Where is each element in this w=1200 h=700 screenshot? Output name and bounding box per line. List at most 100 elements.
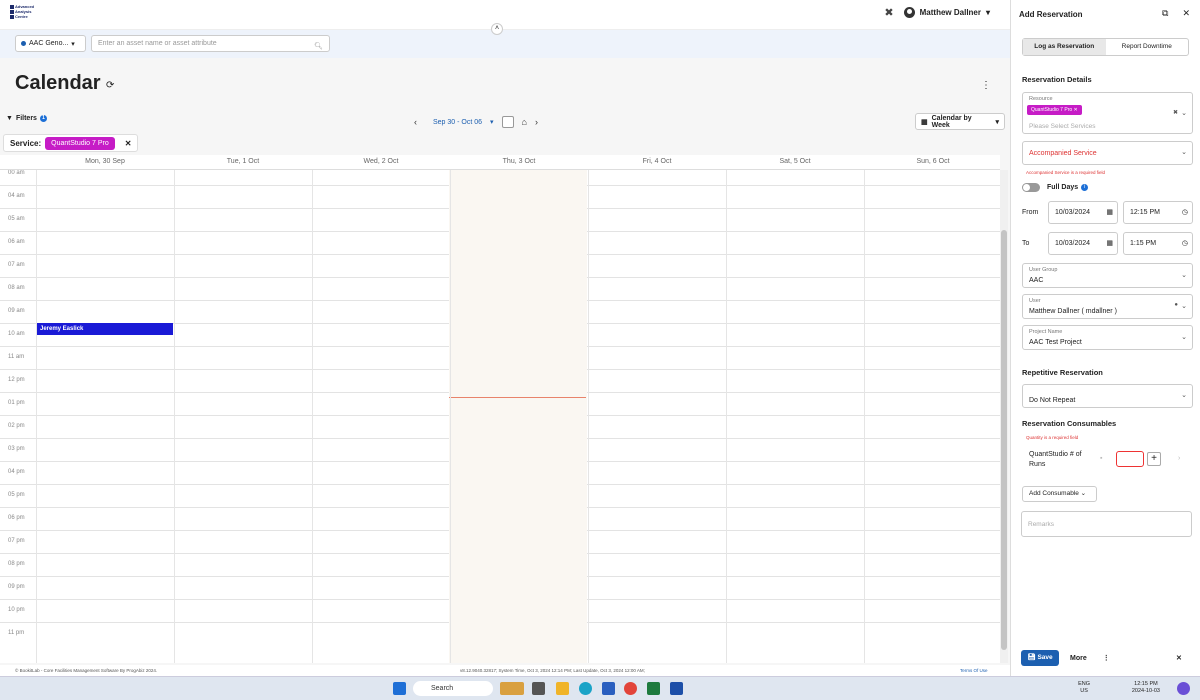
user-group-label: User Group: [1029, 267, 1058, 273]
taskbar-search[interactable]: Search: [413, 681, 493, 696]
calendar-icon: ▦: [1106, 209, 1113, 216]
refresh-icon[interactable]: ⟳: [106, 80, 114, 91]
day-header[interactable]: Wed, 2 Oct: [312, 158, 450, 165]
resource-field[interactable]: Resource QuantStudio 7 Pro ✕ Please Sele…: [1022, 92, 1193, 134]
remarks-input[interactable]: Remarks: [1021, 511, 1192, 537]
user-menu[interactable]: Matthew Dallner ▾: [903, 7, 990, 18]
view-label: Calendar by Week: [931, 114, 972, 129]
resource-chip: QuantStudio 7 Pro ✕: [1027, 105, 1082, 115]
day-header[interactable]: Sun, 6 Oct: [864, 158, 1000, 165]
language-indicator[interactable]: ENG US: [1078, 681, 1090, 695]
day-header[interactable]: Tue, 1 Oct: [174, 158, 312, 165]
next-week-icon[interactable]: ›: [535, 117, 538, 127]
to-time-input[interactable]: 1:15 PM ◷: [1123, 232, 1193, 255]
services-placeholder: Please Select Services: [1029, 123, 1096, 130]
chevron-right-icon[interactable]: ›: [1178, 455, 1180, 462]
more-options-icon[interactable]: ⋮: [981, 80, 991, 91]
chevron-down-icon: ⌄: [1181, 392, 1187, 399]
info-icon[interactable]: ●: [1174, 302, 1178, 308]
collapse-header-button[interactable]: ˄: [491, 23, 503, 35]
day-header[interactable]: Fri, 4 Oct: [588, 158, 726, 165]
add-consumable-button[interactable]: Add Consumable ⌄: [1022, 486, 1097, 502]
hour-label: 09 pm: [8, 584, 25, 590]
details-heading: Reservation Details: [1022, 75, 1092, 84]
copilot-icon[interactable]: [1177, 682, 1190, 695]
day-divider: [312, 170, 313, 663]
tools-icon[interactable]: ✖: [884, 6, 893, 19]
clock[interactable]: 12:15 PM 2024-10-03: [1132, 681, 1160, 695]
close-icon[interactable]: ✕: [125, 139, 132, 148]
panel-actions: ⧉ ✕: [1162, 8, 1190, 19]
day-header[interactable]: Mon, 30 Sep: [36, 158, 174, 165]
edge-icon[interactable]: [579, 682, 592, 695]
clear-icon[interactable]: ✖: [1173, 109, 1178, 116]
chrome-icon[interactable]: [624, 682, 637, 695]
user-label: User: [1029, 298, 1041, 304]
from-time-value: 12:15 PM: [1130, 209, 1160, 216]
to-time-value: 1:15 PM: [1130, 240, 1157, 247]
calendar-icon[interactable]: [501, 116, 514, 128]
from-time-input[interactable]: 12:15 PM ◷: [1123, 201, 1193, 224]
add-reservation-panel: Add Reservation ⧉ ✕ Log as Reservation R…: [1010, 0, 1200, 676]
home-icon[interactable]: ⌂: [522, 117, 527, 127]
app-main: Advanced Analysis Centre ✖ Matthew Dalln…: [0, 0, 1010, 676]
project-value: AAC Test Project: [1029, 339, 1082, 346]
filters-button[interactable]: ▼ Filters 1: [6, 115, 47, 122]
chevron-down-icon: ⌄: [1181, 272, 1187, 279]
clock-icon: ◷: [1181, 209, 1188, 216]
task-view-icon[interactable]: [532, 682, 545, 695]
scrollbar[interactable]: [1000, 170, 1008, 663]
increment-button[interactable]: +: [1147, 452, 1161, 466]
search-icon[interactable]: 🔍︎: [314, 39, 323, 54]
search-input[interactable]: Enter an asset name or asset attribute 🔍…: [91, 35, 330, 52]
scope-select[interactable]: AAC Geno... ▾: [15, 35, 86, 52]
file-explorer-icon[interactable]: [556, 682, 569, 695]
view-select[interactable]: ▦ Calendar by Week ▾: [915, 113, 1005, 130]
close-icon[interactable]: ✕: [1176, 654, 1182, 662]
hour-label: 04 am: [8, 193, 25, 199]
day-header[interactable]: Sat, 5 Oct: [726, 158, 864, 165]
date-range-select[interactable]: Sep 30 - Oct 06: [433, 119, 482, 126]
quantity-error: Quantity is a required field: [1026, 435, 1079, 440]
prev-week-icon[interactable]: ‹: [414, 117, 417, 127]
open-external-icon[interactable]: ⧉: [1162, 8, 1168, 19]
close-icon[interactable]: ✕: [1074, 107, 1078, 113]
from-date-input[interactable]: 10/03/2024 ▦: [1048, 201, 1118, 224]
outlook-icon[interactable]: [670, 682, 683, 695]
repeat-select[interactable]: Do Not Repeat ⌄: [1022, 384, 1193, 408]
close-icon[interactable]: ✕: [1182, 8, 1190, 19]
repeat-value: Do Not Repeat: [1029, 397, 1076, 404]
service-filter-label: Service:: [10, 138, 42, 148]
user-group-select[interactable]: User Group AAC ⌄: [1022, 263, 1193, 288]
full-days-toggle[interactable]: [1022, 183, 1040, 192]
excel-icon[interactable]: [647, 682, 660, 695]
clock-time: 12:15 PM: [1134, 681, 1158, 687]
logo[interactable]: Advanced Analysis Centre: [10, 4, 40, 19]
store-icon[interactable]: [602, 682, 615, 695]
user-select[interactable]: User Matthew Dallner ( mdallner ) ● ⌄: [1022, 294, 1193, 319]
chevron-down-icon: ▾: [985, 8, 990, 17]
info-icon[interactable]: i: [1081, 184, 1088, 191]
more-button[interactable]: More ⋮: [1070, 654, 1110, 662]
hour-label: 07 pm: [8, 538, 25, 544]
scrollbar-thumb[interactable]: [1001, 230, 1007, 650]
windows-start-icon[interactable]: [393, 682, 406, 695]
logo-line: Centre: [15, 14, 28, 19]
accompanied-service-select[interactable]: Accompanied Service ⌄: [1022, 141, 1193, 165]
widgets-icon[interactable]: [500, 682, 524, 695]
trash-icon[interactable]: ▪: [1100, 455, 1102, 462]
reservation-event[interactable]: Jeremy Easlick: [36, 323, 173, 335]
quantity-input[interactable]: [1116, 451, 1144, 467]
project-select[interactable]: Project Name AAC Test Project ⌄: [1022, 325, 1193, 350]
tab-report-downtime[interactable]: Report Downtime: [1106, 39, 1189, 55]
from-label: From: [1022, 209, 1039, 216]
tab-log-reservation[interactable]: Log as Reservation: [1023, 39, 1106, 55]
day-divider: [588, 170, 589, 663]
day-header[interactable]: Thu, 3 Oct: [450, 158, 588, 165]
save-button[interactable]: 💾︎ Save: [1021, 650, 1059, 666]
day-divider: [174, 170, 175, 663]
terms-link[interactable]: Terms Of Use: [960, 668, 988, 673]
to-date-input[interactable]: 10/03/2024 ▦: [1048, 232, 1118, 255]
chevron-down-icon: ⌄: [1181, 149, 1187, 156]
top-right: ✖ Matthew Dallner ▾: [884, 6, 990, 19]
